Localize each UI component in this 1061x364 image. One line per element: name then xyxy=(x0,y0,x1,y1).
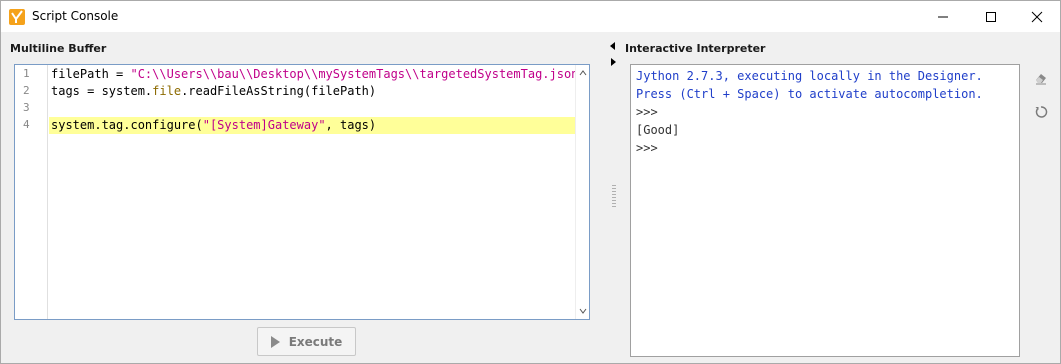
line-number: 4 xyxy=(23,118,30,131)
line-number-gutter: 1 2 3 4 xyxy=(15,65,48,319)
console-prompt: >>> xyxy=(636,141,658,155)
console-intro-line: Jython 2.7.3, executing locally in the D… xyxy=(636,69,983,83)
play-icon xyxy=(270,335,280,348)
reset-icon xyxy=(1035,106,1048,118)
string-literal: "[System]Gateway" xyxy=(202,118,326,132)
app-icon xyxy=(9,9,25,25)
console-prompt: >>> xyxy=(636,105,658,119)
minimize-button[interactable] xyxy=(920,1,966,32)
console-intro-line: Press (Ctrl + Space) to activate autocom… xyxy=(636,87,983,101)
splitter-grip[interactable] xyxy=(612,185,616,207)
interpreter-console[interactable]: Jython 2.7.3, executing locally in the D… xyxy=(630,64,1020,357)
string-literal: "C:\\Users\\bau\\Desktop\\mySystemTags\\… xyxy=(130,67,586,81)
maximize-icon xyxy=(986,11,996,22)
window-title: Script Console xyxy=(32,9,119,23)
title-bar[interactable]: Script Console xyxy=(1,1,1060,32)
code-text: , tags) xyxy=(325,118,377,132)
code-line-2[interactable]: tags = system.file.readFileAsString(file… xyxy=(49,83,575,100)
chevron-up-icon[interactable] xyxy=(579,69,587,77)
close-button[interactable] xyxy=(1014,1,1060,32)
execute-button[interactable]: Execute xyxy=(257,327,356,356)
console-output: [Good] xyxy=(636,123,680,137)
script-console-window: Script Console Multiline Buffer 1 2 3 4 … xyxy=(0,0,1061,364)
maximize-button[interactable] xyxy=(968,1,1014,32)
clear-console-button[interactable] xyxy=(1032,69,1050,87)
code-line-4-highlighted[interactable]: system.tag.configure("[System]Gateway", … xyxy=(49,117,575,134)
chevron-down-icon[interactable] xyxy=(579,307,587,315)
editor-vertical-scrollbar[interactable] xyxy=(575,65,589,319)
eraser-icon xyxy=(1036,74,1046,85)
collapse-right-arrow-icon[interactable] xyxy=(611,58,616,66)
attribute-token: file xyxy=(152,84,182,98)
multiline-buffer-heading: Multiline Buffer xyxy=(10,42,107,55)
reset-interpreter-button[interactable] xyxy=(1032,103,1050,121)
code-text: tags = system. xyxy=(51,84,153,98)
minimize-icon xyxy=(938,16,948,17)
code-line-1[interactable]: filePath = "C:\\Users\\bau\\Desktop\\myS… xyxy=(49,66,586,83)
execute-button-label: Execute xyxy=(288,334,343,349)
code-editor[interactable]: 1 2 3 4 filePath = "C:\\Users\\bau\\Desk… xyxy=(14,64,590,320)
line-number: 1 xyxy=(23,67,30,80)
collapse-left-arrow-icon[interactable] xyxy=(610,42,615,50)
code-text: .readFileAsString(filePath) xyxy=(181,84,377,98)
close-icon xyxy=(1031,11,1043,22)
code-text: system.tag.configure( xyxy=(51,118,203,132)
code-text: filePath = xyxy=(51,67,131,81)
line-number: 2 xyxy=(23,84,30,97)
interactive-interpreter-heading: Interactive Interpreter xyxy=(625,42,766,55)
code-line-3[interactable] xyxy=(49,100,575,117)
line-number: 3 xyxy=(23,101,30,114)
